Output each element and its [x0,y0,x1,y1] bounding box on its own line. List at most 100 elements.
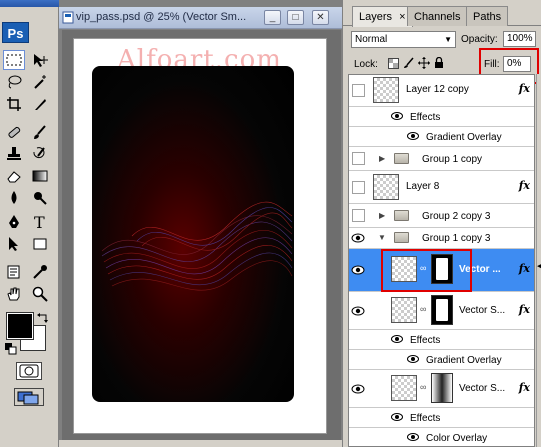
type-icon[interactable]: T [29,212,51,232]
effects-row[interactable]: Effects [349,408,534,428]
chevron-down-icon: ▼ [444,35,452,44]
document-titlebar[interactable]: vip_pass.psd @ 25% (Vector Sm... _ □ ✕ [59,7,342,29]
fx-icon[interactable]: fx [519,82,530,95]
expand-arrow-icon[interactable]: ▶ [379,211,385,220]
stamp-icon[interactable] [3,144,25,164]
effects-row[interactable]: Effects [349,107,534,127]
expand-arrow-icon[interactable]: ▶ [379,154,385,163]
collapse-arrow-icon[interactable]: ▼ [378,233,386,242]
layers-list[interactable]: Layer 12 copy fx Effects Gradient Overla… [348,74,535,447]
layer-row-layer-8[interactable]: Layer 8 fx [349,171,534,204]
eye-icon[interactable] [391,111,403,121]
screen-mode-icon[interactable] [14,388,44,406]
foreground-color-swatch[interactable] [6,312,34,340]
blend-mode-select[interactable]: Normal ▼ [351,31,456,48]
tab-close-icon[interactable]: × [399,11,405,23]
group-name[interactable]: Group 2 copy 3 [422,211,490,222]
visibility-toggle[interactable] [352,209,365,222]
layer-name[interactable]: Vector S... [459,305,505,316]
layer-row-vector-shape[interactable]: ∞ Vector S... fx [349,292,534,330]
group-name[interactable]: Group 1 copy [422,154,482,165]
group-row-group-2-copy-3[interactable]: ▶ Group 2 copy 3 [349,204,534,228]
effect-row-gradient-overlay[interactable]: Gradient Overlay [349,127,534,147]
layer-name[interactable]: Layer 8 [406,181,439,192]
fx-icon[interactable]: fx [519,262,530,275]
group-row-group-1-copy[interactable]: ▶ Group 1 copy [349,147,534,171]
vector-mask-thumbnail[interactable] [431,295,453,325]
fx-icon[interactable]: fx [519,381,530,394]
lock-position-icon[interactable] [418,57,430,72]
eye-icon[interactable] [407,131,419,141]
layer-name[interactable]: Layer 12 copy [406,84,469,95]
layer-name[interactable]: Vector S... [459,383,505,394]
dodge-icon[interactable] [29,188,51,208]
eye-icon[interactable] [351,264,365,278]
effect-row-color-overlay[interactable]: Color Overlay [349,428,534,446]
eye-icon[interactable] [407,354,419,364]
quick-mask-icon[interactable] [16,362,42,380]
slice-icon[interactable] [29,94,51,114]
hand-icon[interactable] [3,284,25,304]
tab-channels[interactable]: Channels [407,6,468,26]
panel-tabs: Layers × Channels Paths [343,4,541,27]
layers-scrollbar[interactable]: ◀ [536,74,541,447]
tab-paths[interactable]: Paths [466,6,509,26]
eraser-icon[interactable] [3,166,25,186]
layer-row-vector-shape-gradient[interactable]: ∞ Vector S... fx [349,370,534,408]
eye-icon[interactable] [351,305,365,319]
zoom-icon[interactable] [29,284,51,304]
brush-icon[interactable] [29,122,51,142]
visibility-toggle[interactable] [352,181,365,194]
default-colors-icon[interactable] [5,343,17,358]
document-page[interactable]: Alfoart.com [73,38,327,434]
layer-thumbnail [373,77,399,103]
eye-icon[interactable] [391,334,403,344]
tools-panel-grip[interactable] [0,0,59,7]
folder-icon [394,210,409,221]
group-name[interactable]: Group 1 copy 3 [422,233,490,244]
link-icon[interactable]: ∞ [420,382,426,392]
effect-row-gradient-overlay[interactable]: Gradient Overlay [349,350,534,370]
fx-icon[interactable]: fx [519,303,530,316]
layer-row-layer-12-copy[interactable]: Layer 12 copy fx [349,75,534,107]
visibility-toggle[interactable] [352,84,365,97]
swap-colors-icon[interactable] [37,312,49,327]
canvas-area[interactable]: Alfoart.com [62,30,341,440]
blur-icon[interactable] [3,188,25,208]
effects-label: Effects [410,112,441,123]
magic-wand-icon[interactable] [29,72,51,92]
eye-icon[interactable] [351,232,365,246]
lock-transparent-icon[interactable] [388,58,399,72]
path-select-icon[interactable] [3,234,25,254]
marquee-icon[interactable] [3,50,25,70]
shape-icon[interactable] [29,234,51,254]
healing-icon[interactable] [3,122,25,142]
visibility-toggle[interactable] [352,152,365,165]
eye-icon[interactable] [391,412,403,422]
link-icon[interactable]: ∞ [420,304,426,314]
lasso-icon[interactable] [3,72,25,92]
tab-channels-label: Channels [414,11,461,23]
close-button[interactable]: ✕ [312,10,329,25]
opacity-field[interactable]: 100% [503,31,536,47]
eye-icon[interactable] [351,383,365,397]
move-icon[interactable] [29,50,51,70]
eye-icon[interactable] [407,432,419,442]
effects-row[interactable]: Effects [349,330,534,350]
notes-icon[interactable] [3,262,25,282]
panel-scroll-arrow-icon[interactable]: ◀ [537,262,541,270]
vector-mask-thumbnail[interactable] [431,373,453,403]
gradient-icon[interactable] [29,166,51,186]
history-brush-icon[interactable] [29,144,51,164]
tools-panel: Ps T [0,0,59,447]
group-row-group-1-copy-3[interactable]: ▼ Group 1 copy 3 [349,228,534,249]
tab-layers[interactable]: Layers × [352,6,413,27]
crop-icon[interactable] [3,94,25,114]
maximize-button[interactable]: □ [287,10,304,25]
fx-icon[interactable]: fx [519,179,530,192]
pen-icon[interactable] [3,212,25,232]
eyedropper-icon[interactable] [29,262,51,282]
lock-pixels-icon[interactable] [403,57,415,72]
lock-all-icon[interactable] [434,56,444,72]
minimize-button[interactable]: _ [264,10,281,25]
